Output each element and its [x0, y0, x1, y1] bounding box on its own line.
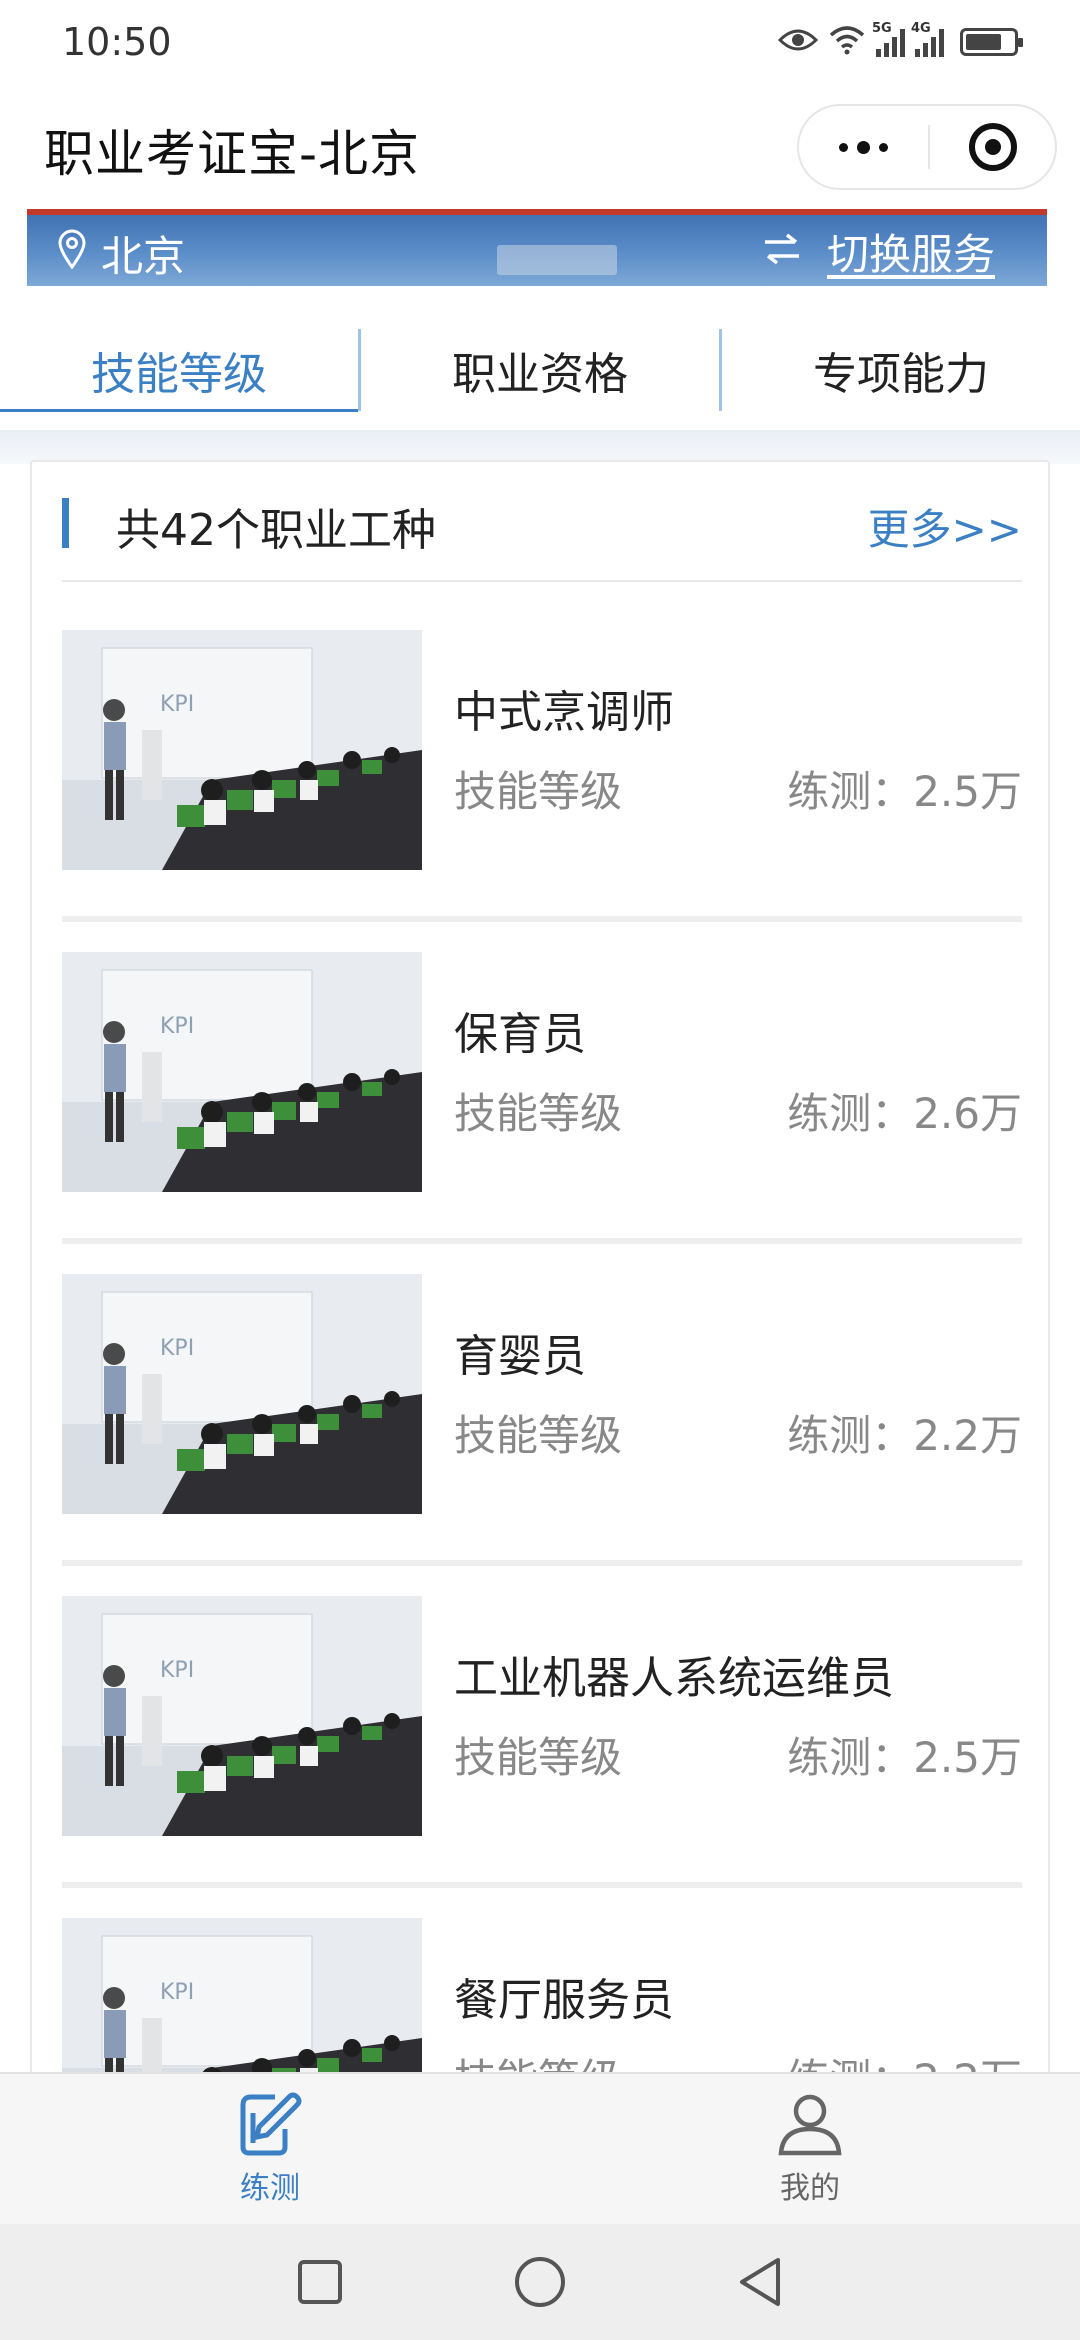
page-title: 职业考证宝-北京 — [44, 125, 421, 183]
city-label: 北京 — [101, 232, 186, 281]
thumbnail-kpi-text: KPI — [160, 1014, 195, 1039]
list-item[interactable]: KPI 育婴员技能等级 练测：2.2万 — [62, 1244, 1022, 1566]
thumbnail-kpi-text: KPI — [160, 1658, 195, 1683]
bottom-tab-bar: 练测 我的 — [0, 2072, 1080, 2224]
wifi-icon — [828, 25, 866, 59]
square-recents-icon[interactable] — [290, 2252, 350, 2312]
edit-note-icon — [235, 2091, 305, 2161]
section-header: 共42个职业工种 更多>> — [62, 462, 1022, 582]
status-icons: 5G 4G — [777, 21, 1023, 59]
status-time: 10:50 — [62, 20, 172, 64]
list-item[interactable]: KPI 中式烹调师技能等级 练测：2.5万 — [62, 600, 1022, 922]
switch-service-button[interactable]: 切换服务 — [763, 221, 995, 282]
tab-professional-qualification[interactable]: 职业资格 — [361, 310, 719, 430]
system-navigation-bar — [0, 2224, 1080, 2340]
practice-count: 练测：2.5万 — [787, 767, 1022, 816]
occupation-level: 技能等级 — [454, 1411, 623, 1460]
thumbnail-kpi-text: KPI — [160, 692, 195, 717]
occupation-count: 共42个职业工种 — [116, 505, 436, 556]
occupation-thumbnail: KPI — [62, 1274, 422, 1514]
banner-decoration — [497, 245, 617, 275]
occupation-name: 中式烹调师 — [454, 687, 674, 738]
tab-skill-level[interactable]: 技能等级 — [0, 310, 358, 430]
nav-practice[interactable]: 练测 — [0, 2074, 540, 2224]
eye-icon — [777, 26, 819, 58]
nav-mine-label: 我的 — [780, 2171, 840, 2206]
close-target-icon[interactable] — [930, 106, 1055, 188]
occupation-list-card: 共42个职业工种 更多>> KPI 中式烹调师 技能等级 练测：2.5万 KPI 保育员技… — [30, 460, 1050, 2210]
occupation-thumbnail: KPI — [62, 952, 422, 1192]
list-item[interactable]: KPI 工业机器人系统运维员 技能等级 练测：2.5万 — [62, 1566, 1022, 1888]
occupation-name: 餐厅服务员 — [454, 1975, 674, 2026]
signal-icon: 4G — [911, 21, 944, 57]
title-bar: 职业考证宝-北京 — [0, 84, 1080, 209]
section-accent-bar — [62, 498, 69, 548]
thumbnail-kpi-text: KPI — [160, 1980, 195, 2005]
tab-shadow — [0, 430, 1080, 464]
occupation-level: 技能等级 — [454, 1733, 623, 1782]
practice-count: 练测：2.6万 — [787, 1089, 1022, 1138]
battery-icon — [960, 28, 1023, 56]
location-banner: 北京 切换服务 — [27, 209, 1047, 286]
occupation-name: 工业机器人系统运维员 — [454, 1653, 894, 1704]
occupation-level: 技能等级 — [454, 1089, 623, 1138]
practice-count: 练测：2.5万 — [787, 1733, 1022, 1782]
more-dots-icon[interactable] — [799, 106, 928, 188]
signal-icon: 5G — [872, 21, 905, 57]
more-link[interactable]: 更多>> — [868, 496, 1022, 557]
circle-home-icon[interactable] — [510, 2252, 570, 2312]
occupation-name: 保育员 — [454, 1009, 586, 1060]
tab-special-ability[interactable]: 专项能力 — [722, 310, 1080, 430]
thumbnail-kpi-text: KPI — [160, 1336, 195, 1361]
occupation-name: 育婴员 — [454, 1331, 586, 1382]
city-selector[interactable]: 北京 — [57, 223, 185, 284]
location-pin-icon — [57, 229, 87, 279]
mini-program-capsule — [797, 104, 1057, 190]
network-type-label: 4G — [911, 21, 931, 36]
practice-count: 练测：2.2万 — [787, 1411, 1022, 1460]
occupation-thumbnail: KPI — [62, 630, 422, 870]
status-bar: 10:50 5G 4G — [0, 0, 1080, 84]
nav-mine[interactable]: 我的 — [540, 2074, 1080, 2224]
occupation-thumbnail: KPI — [62, 1596, 422, 1836]
network-type-label: 5G — [872, 21, 892, 36]
swap-arrows-icon — [763, 227, 801, 276]
nav-practice-label: 练测 — [240, 2171, 300, 2206]
category-tabs: 技能等级 职业资格 专项能力 — [0, 310, 1080, 430]
user-profile-icon — [775, 2091, 845, 2161]
switch-service-label: 切换服务 — [826, 230, 995, 279]
occupation-level: 技能等级 — [454, 767, 623, 816]
triangle-back-icon[interactable] — [730, 2252, 790, 2312]
list-item[interactable]: KPI 保育员技能等级 练测：2.6万 — [62, 922, 1022, 1244]
